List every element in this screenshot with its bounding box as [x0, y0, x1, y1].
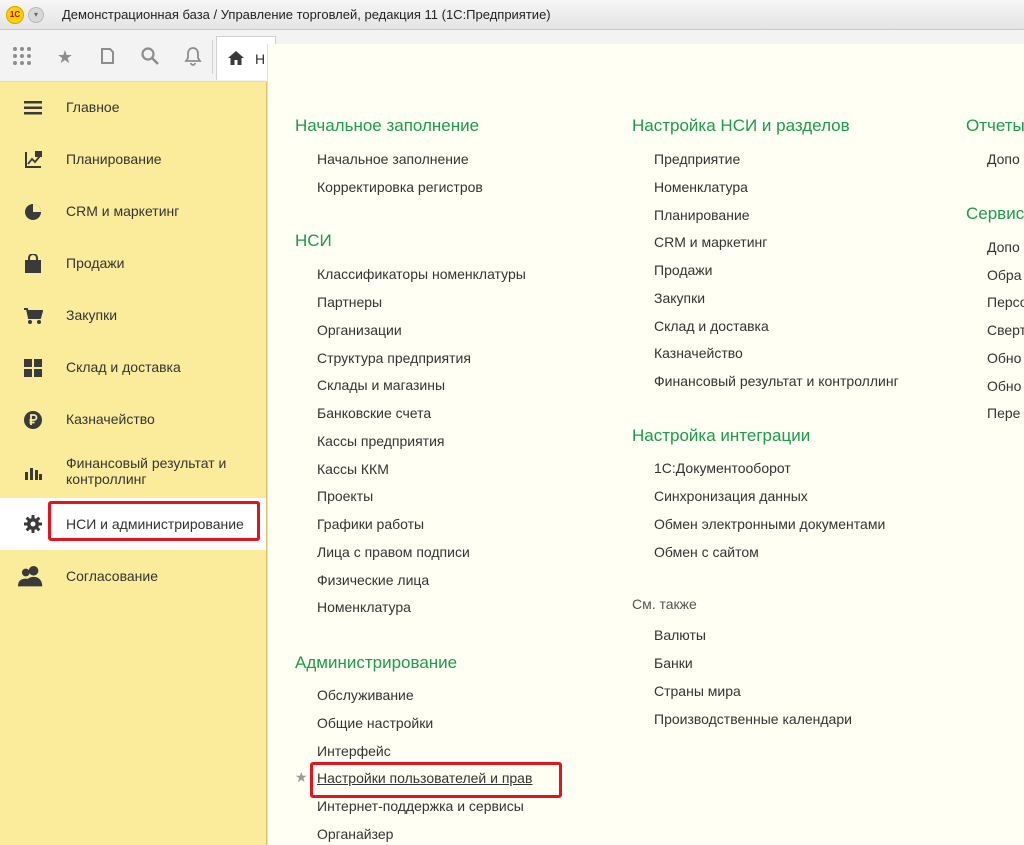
link-signatories[interactable]: Лица с правом подписи — [317, 544, 470, 560]
pie-chart-icon — [20, 199, 46, 225]
sidebar: Главное Планирование CRM и маркетинг Про… — [0, 82, 267, 845]
link-countries[interactable]: Страны мира — [654, 683, 741, 699]
cart-icon — [20, 303, 46, 329]
favorite-star-icon[interactable]: ★ — [295, 769, 308, 786]
link-organizations[interactable]: Организации — [317, 322, 402, 338]
section-title-service: Сервис — [966, 204, 1024, 223]
home-icon — [227, 49, 245, 70]
link-data-sync[interactable]: Синхронизация данных — [654, 488, 808, 504]
link-service-3[interactable]: Персо — [987, 294, 1024, 310]
sidebar-item-label: Продажи — [66, 255, 125, 271]
section-title-nsi: НСИ — [295, 231, 332, 250]
ruble-coin-icon — [20, 407, 46, 433]
sidebar-item-main[interactable]: Главное — [0, 82, 266, 134]
section-panel: Начальное заполнение Начальное заполнени… — [267, 44, 1024, 845]
link-service-7[interactable]: Пере — [987, 405, 1020, 421]
link-service-4[interactable]: Сверт — [987, 322, 1024, 338]
bell-icon[interactable] — [182, 46, 204, 68]
link-production-calendars[interactable]: Производственные календари — [654, 711, 852, 727]
link-settings-sales[interactable]: Продажи — [654, 262, 712, 278]
link-initial-fill[interactable]: Начальное заполнение — [317, 151, 469, 167]
link-settings-nomenclature[interactable]: Номенклатура — [654, 179, 748, 195]
sidebar-item-label: Казначейство — [66, 411, 155, 427]
shopping-bag-icon — [20, 251, 46, 277]
section-title-nsi-settings: Настройка НСИ и разделов — [632, 116, 850, 135]
sidebar-item-label: Главное — [66, 99, 120, 115]
link-service-6[interactable]: Обно — [987, 378, 1021, 394]
highlight-box — [310, 762, 562, 798]
warehouse-grid-icon — [20, 355, 46, 381]
link-internet-support[interactable]: Интернет-поддержка и сервисы — [317, 798, 524, 814]
sidebar-item-treasury[interactable]: Казначейство — [0, 394, 266, 446]
sidebar-item-planning[interactable]: Планирование — [0, 134, 266, 186]
planning-chart-icon — [20, 147, 46, 173]
link-projects[interactable]: Проекты — [317, 488, 373, 504]
history-icon[interactable] — [96, 46, 118, 68]
link-service-2[interactable]: Обра — [987, 267, 1021, 283]
link-organizer[interactable]: Органайзер — [317, 826, 393, 842]
window-title-bar: 1С ▾ Демонстрационная база / Управление … — [0, 0, 1024, 30]
sidebar-item-purchases[interactable]: Закупки — [0, 290, 266, 342]
link-settings-warehouse[interactable]: Склад и доставка — [654, 318, 769, 334]
link-settings-planning[interactable]: Планирование — [654, 207, 750, 223]
link-site-exchange[interactable]: Обмен с сайтом — [654, 544, 759, 560]
users-icon — [18, 563, 44, 589]
star-icon[interactable]: ★ — [54, 46, 76, 68]
apps-grid-icon[interactable] — [11, 46, 33, 68]
main-menu-chevron-icon[interactable]: ▾ — [28, 7, 44, 23]
sidebar-item-approval[interactable]: Согласование — [0, 550, 266, 602]
link-service-1[interactable]: Допо — [987, 239, 1020, 255]
link-reports-additional[interactable]: Допо — [987, 151, 1020, 167]
link-register-correction[interactable]: Корректировка регистров — [317, 179, 483, 195]
window-title: Демонстрационная база / Управление торго… — [62, 7, 551, 22]
link-docflow[interactable]: 1С:Документооборот — [654, 460, 791, 476]
gear-icon — [20, 511, 46, 537]
link-cash-desks[interactable]: Кассы предприятия — [317, 433, 445, 449]
see-also-title: См. также — [632, 596, 697, 612]
link-warehouses-stores[interactable]: Склады и магазины — [317, 377, 445, 393]
sidebar-item-finance[interactable]: Финансовый результат и контроллинг — [0, 446, 266, 498]
link-settings-purchases[interactable]: Закупки — [654, 290, 705, 306]
link-work-schedules[interactable]: Графики работы — [317, 516, 424, 532]
link-company-structure[interactable]: Структура предприятия — [317, 350, 471, 366]
highlight-box — [48, 501, 260, 541]
sidebar-item-label: Планирование — [66, 151, 162, 167]
sidebar-item-warehouse[interactable]: Склад и доставка — [0, 342, 266, 394]
link-nomenclature-classifiers[interactable]: Классификаторы номенклатуры — [317, 266, 526, 282]
link-banks[interactable]: Банки — [654, 655, 693, 671]
sidebar-item-crm[interactable]: CRM и маркетинг — [0, 186, 266, 238]
section-title-administration: Администрирование — [295, 653, 458, 672]
search-icon[interactable] — [139, 46, 161, 68]
sidebar-item-label: CRM и маркетинг — [66, 203, 180, 219]
link-enterprise[interactable]: Предприятие — [654, 151, 740, 167]
link-interface[interactable]: Интерфейс — [317, 743, 391, 759]
link-individuals[interactable]: Физические лица — [317, 572, 429, 588]
menu-lines-icon — [20, 95, 46, 121]
link-currencies[interactable]: Валюты — [654, 627, 706, 643]
link-partners[interactable]: Партнеры — [317, 294, 382, 310]
link-bank-accounts[interactable]: Банковские счета — [317, 405, 431, 421]
bar-chart-icon — [20, 459, 46, 485]
section-title-integration: Настройка интеграции — [632, 426, 811, 445]
app-logo-icon: 1С — [6, 6, 24, 24]
toolbar-separator — [212, 40, 213, 74]
sidebar-item-label: Согласование — [66, 568, 158, 584]
link-service-5[interactable]: Обно — [987, 350, 1021, 366]
link-edi-exchange[interactable]: Обмен электронными документами — [654, 516, 885, 532]
link-kkm-registers[interactable]: Кассы ККМ — [317, 461, 389, 477]
link-settings-treasury[interactable]: Казначейство — [654, 345, 743, 361]
link-nomenclature[interactable]: Номенклатура — [317, 599, 411, 615]
sidebar-item-label: Финансовый результат и контроллинг — [66, 455, 227, 487]
link-settings-crm[interactable]: CRM и маркетинг — [654, 234, 767, 250]
sidebar-item-sales[interactable]: Продажи — [0, 238, 266, 290]
link-maintenance[interactable]: Обслуживание — [317, 687, 414, 703]
link-settings-finance[interactable]: Финансовый результат и контроллинг — [654, 373, 899, 389]
home-tab-label: Н — [255, 51, 266, 67]
sidebar-item-label: Закупки — [66, 307, 118, 323]
link-general-settings[interactable]: Общие настройки — [317, 715, 433, 731]
section-title-initial-fill: Начальное заполнение — [295, 116, 480, 135]
section-title-reports: Отчеты — [966, 116, 1024, 135]
sidebar-item-label: Склад и доставка — [66, 359, 181, 375]
